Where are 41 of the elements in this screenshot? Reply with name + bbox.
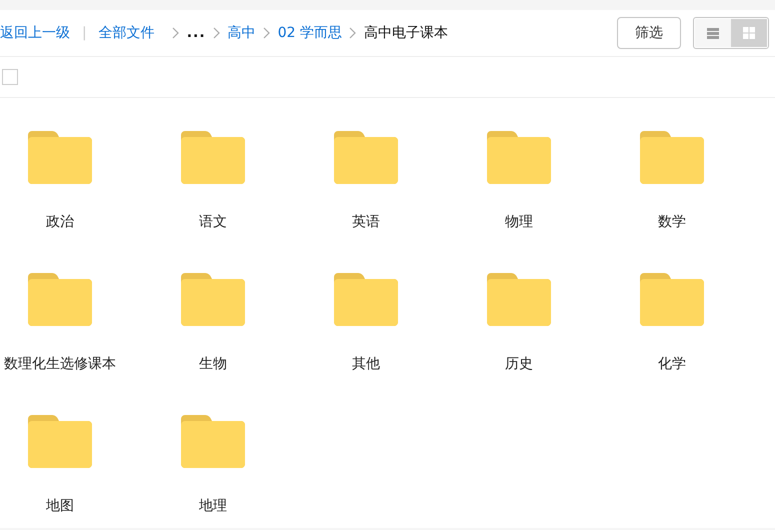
folder-icon[interactable]	[640, 273, 704, 326]
chevron-icon	[212, 27, 221, 39]
chevron-icon	[262, 27, 271, 39]
folder-name[interactable]: 生物	[199, 355, 227, 373]
folder-icon[interactable]	[28, 415, 92, 468]
breadcrumb-link[interactable]: 02 学而思	[278, 24, 342, 42]
folder-icon[interactable]	[181, 131, 245, 184]
folder-name[interactable]: 政治	[46, 213, 74, 231]
folder-name[interactable]: 数理化生选修课本	[4, 355, 116, 373]
list-view-button[interactable]	[695, 19, 731, 47]
folder-name[interactable]: 数学	[658, 213, 686, 231]
folder-name[interactable]: 历史	[505, 355, 533, 373]
folder-name[interactable]: 物理	[505, 213, 533, 231]
back-link[interactable]: 返回上一级	[0, 24, 70, 42]
current-folder: 高中电子课本	[364, 24, 448, 42]
folder-icon[interactable]	[28, 131, 92, 184]
folder-icon[interactable]	[334, 273, 398, 326]
folder-icon[interactable]	[487, 131, 551, 184]
folder-icon[interactable]	[640, 131, 704, 184]
breadcrumb-ellipsis[interactable]: ...	[186, 25, 206, 41]
breadcrumb-link[interactable]: 全部文件	[98, 24, 155, 42]
chevron-icon	[348, 27, 357, 39]
breadcrumb-link[interactable]: 高中	[228, 24, 256, 42]
folder-name[interactable]: 其他	[352, 355, 380, 373]
filter-button[interactable]: 筛选	[617, 17, 681, 49]
folder-name[interactable]: 英语	[352, 213, 380, 231]
folder-icon[interactable]	[334, 131, 398, 184]
folder-name[interactable]: 化学	[658, 355, 686, 373]
folder-icon[interactable]	[181, 273, 245, 326]
chevron-icon	[172, 27, 180, 39]
grid-view-button[interactable]	[731, 19, 767, 47]
separator: |	[82, 25, 87, 41]
grid-icon	[743, 27, 755, 39]
folder-icon[interactable]	[487, 273, 551, 326]
folder-name[interactable]: 语文	[199, 213, 227, 231]
list-icon	[707, 28, 719, 38]
folder-name[interactable]: 地理	[199, 497, 227, 515]
folder-icon[interactable]	[28, 273, 92, 326]
folder-name[interactable]: 地图	[46, 497, 74, 515]
folder-icon[interactable]	[181, 415, 245, 468]
select-all-checkbox[interactable]	[2, 69, 18, 85]
